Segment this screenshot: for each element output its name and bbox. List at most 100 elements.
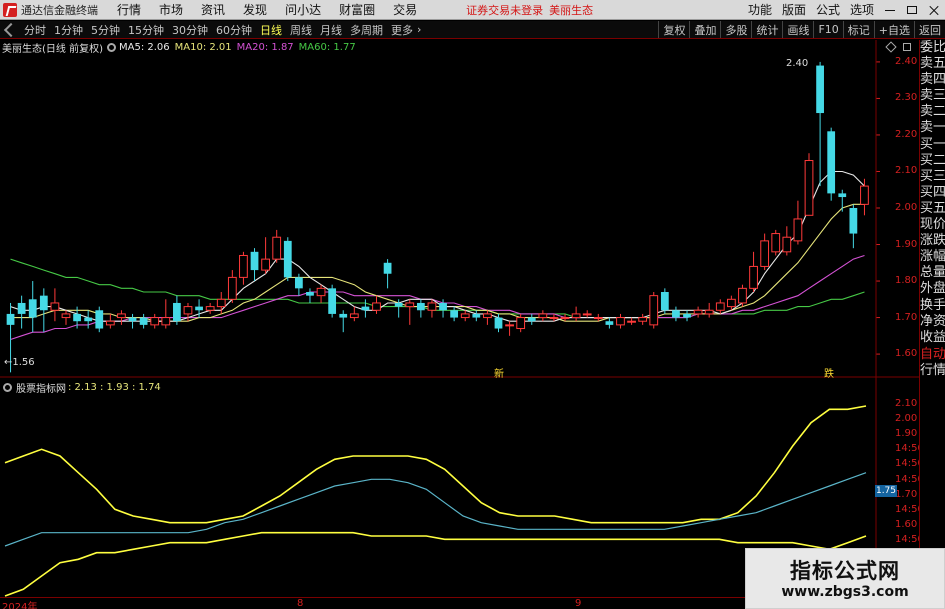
indicator-tick-label: 1.70 [895, 489, 918, 500]
kline-chart[interactable] [0, 40, 919, 378]
chevron-right-icon[interactable]: › [417, 23, 421, 36]
square-icon[interactable] [903, 43, 911, 51]
candle-body-down [527, 317, 536, 322]
quote-field-label[interactable]: 涨幅 [920, 249, 945, 265]
quote-field-label[interactable]: 卖一 [920, 120, 945, 136]
maximize-icon[interactable] [904, 3, 920, 17]
menu-item-wealth-circle[interactable]: 财富圈 [330, 1, 384, 18]
quote-field-label[interactable]: 现价 [920, 217, 945, 233]
candle [239, 251, 248, 285]
price-tick-label: 1.60 [895, 348, 918, 360]
candle-body-up [516, 317, 526, 330]
quote-field-label[interactable]: 收益 [920, 330, 945, 346]
candlesticks [6, 61, 869, 373]
tool-draw-line[interactable]: 画线 [782, 21, 813, 38]
ma10-value: MA10: 2.01 [174, 42, 232, 53]
ma20-line [10, 254, 865, 341]
candle [649, 292, 659, 329]
period-weekly[interactable]: 周线 [286, 22, 316, 38]
minimize-icon[interactable] [882, 3, 898, 17]
menu-item-functions[interactable]: 功能 [743, 1, 777, 18]
quote-field-label[interactable]: 买一 [920, 137, 945, 153]
trade-login-alert[interactable]: 证券交易未登录 [466, 2, 543, 18]
settings-gear-icon[interactable] [106, 43, 116, 52]
tool-f10[interactable]: F10 [813, 21, 842, 38]
menu-item-market[interactable]: 市场 [150, 1, 192, 18]
watermark-url: www.zbgs3.com [781, 584, 909, 600]
quote-field-label[interactable]: 买五 [920, 201, 945, 217]
tool-adjust[interactable]: 复权 [658, 21, 689, 38]
indicator-gear-icon[interactable] [3, 382, 12, 392]
candle [616, 313, 625, 329]
candle [39, 288, 48, 333]
indicator-name: 股票指标网 [16, 383, 66, 395]
menu-item-formula[interactable]: 公式 [811, 1, 845, 18]
candle [827, 127, 836, 201]
menu-item-market-quotes[interactable]: 行情 [108, 1, 150, 18]
quote-tab[interactable]: 行情 [920, 363, 945, 379]
tool-return[interactable]: 返回 [914, 21, 945, 38]
quote-field-label[interactable]: 卖五 [920, 56, 945, 72]
candle [505, 321, 514, 336]
quote-field-label[interactable]: 净资 [920, 314, 945, 330]
candle-body-up [483, 313, 492, 319]
candle-body-up [349, 313, 359, 319]
current-stock-name: 美丽生态 [549, 3, 594, 17]
auto-mode-toggle[interactable]: 自动 [920, 347, 945, 363]
app-logo-icon [3, 2, 17, 17]
app-title: 通达信金融终端 [21, 3, 98, 17]
tool-overlay[interactable]: 叠加 [689, 21, 720, 38]
tool-statistics[interactable]: 统计 [751, 21, 782, 38]
indicator-tick-label: 2.00 [895, 413, 918, 424]
quote-field-label[interactable]: 卖四 [920, 72, 945, 88]
period-more[interactable]: 更多 [387, 22, 417, 38]
period-daily[interactable]: 日线 [256, 22, 286, 38]
tool-add-watchlist[interactable]: +自选 [873, 21, 914, 38]
period-toolbar: 分时 1分钟 5分钟 15分钟 30分钟 60分钟 日线 周线 月线 多周期 更… [0, 21, 945, 39]
menu-item-layout[interactable]: 版面 [777, 1, 811, 18]
period-1min[interactable]: 1分钟 [50, 22, 87, 38]
tool-multi-stock[interactable]: 多股 [720, 21, 751, 38]
quote-field-label[interactable]: 买二 [920, 153, 945, 169]
quote-field-label[interactable]: 买四 [920, 185, 945, 201]
candle-body-down [73, 313, 81, 322]
date-label-aug: 8 [297, 598, 304, 609]
quote-field-label[interactable]: 总量 [920, 265, 945, 281]
menu-item-ask-assistant[interactable]: 问小达 [276, 1, 330, 18]
quote-field-label[interactable]: 涨跌 [920, 233, 945, 249]
menu-item-news[interactable]: 资讯 [192, 1, 234, 18]
period-intraday[interactable]: 分时 [20, 22, 50, 38]
candle-body-down [394, 302, 403, 307]
quote-field-label[interactable]: 买三 [920, 169, 945, 185]
diamond-icon[interactable] [885, 41, 897, 53]
candle [627, 317, 636, 325]
period-multi[interactable]: 多周期 [346, 22, 387, 38]
middle-band-line [4, 472, 867, 547]
quote-field-label[interactable]: 卖二 [920, 104, 945, 120]
period-60min[interactable]: 60分钟 [212, 22, 256, 38]
quote-field-label[interactable]: 卖三 [920, 88, 945, 104]
quote-field-label[interactable]: 换手 [920, 298, 945, 314]
candle-body-up [239, 254, 248, 278]
menu-item-discover[interactable]: 发现 [234, 1, 276, 18]
menu-item-options[interactable]: 选项 [845, 1, 879, 18]
back-arrow-icon[interactable] [3, 22, 19, 37]
quote-field-label[interactable]: 委比 [920, 40, 945, 56]
candle-body-down [672, 310, 680, 318]
quote-field-label[interactable]: 外盘 [920, 281, 945, 297]
tool-mark[interactable]: 标记 [842, 21, 874, 38]
candle [61, 310, 71, 325]
period-5min[interactable]: 5分钟 [87, 22, 124, 38]
menu-item-trade[interactable]: 交易 [384, 1, 426, 18]
period-15min[interactable]: 15分钟 [124, 22, 168, 38]
close-icon[interactable] [926, 3, 942, 17]
high-price-annotation: 2.40 [786, 58, 809, 69]
lower-band-line [4, 531, 867, 597]
price-gridlines [876, 61, 880, 355]
quote-side-panel: 委比 卖五 卖四 卖三 卖二 卖一 买一 买二 买三 买四 买五 现价 涨跌 涨幅 总量 外盘 换手 净资 收益 自… [919, 40, 945, 605]
period-30min[interactable]: 30分钟 [168, 22, 212, 38]
candle [738, 284, 747, 307]
candle [605, 317, 614, 329]
candle-body-up [549, 317, 559, 320]
period-monthly[interactable]: 月线 [316, 22, 346, 38]
